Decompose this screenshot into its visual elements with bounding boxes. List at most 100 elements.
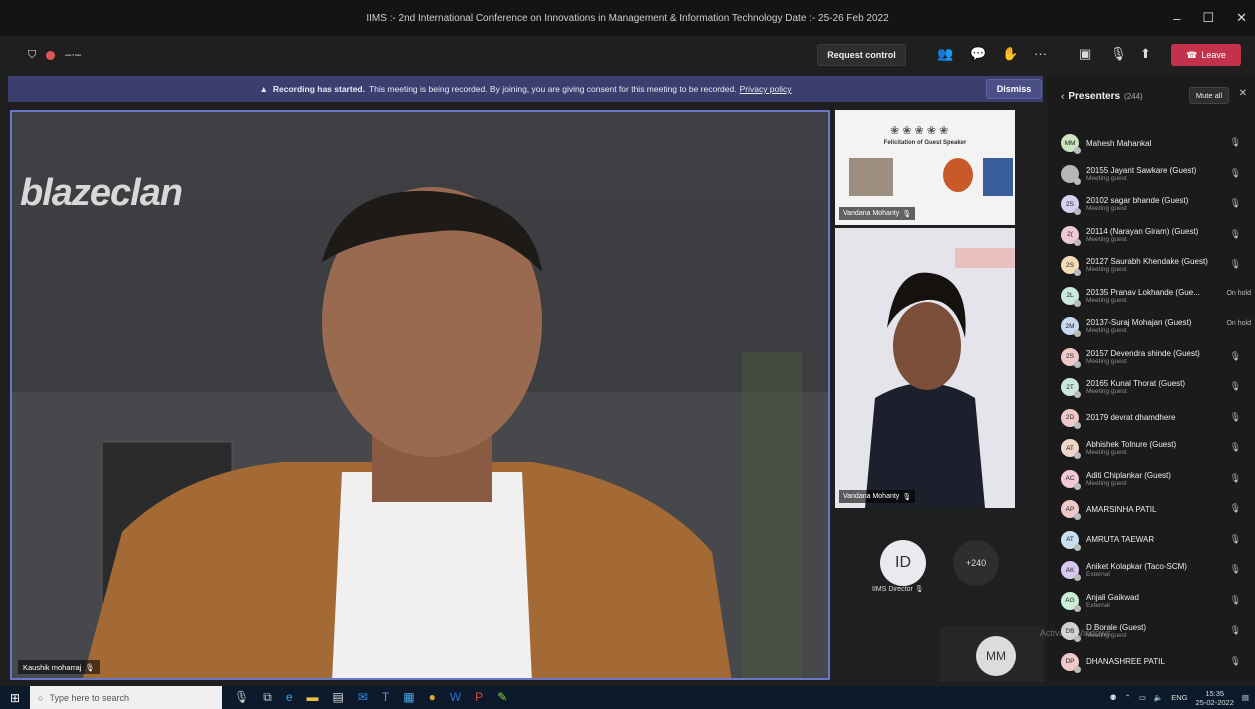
windows-start-icon[interactable]: ⊞ (0, 691, 30, 705)
participant-role: Meeting guest (1086, 327, 1127, 335)
language-indicator[interactable]: ENG (1171, 693, 1187, 702)
more-actions-icon[interactable]: ··· (1034, 46, 1047, 61)
participant-item[interactable]: 2M 20137-Suraj Mohajan (Guest) Meeting gue… (1047, 311, 1255, 342)
maximize-button[interactable]: ☐ (1202, 10, 1214, 26)
close-window-button[interactable]: ✕ (1236, 10, 1247, 26)
participant-item[interactable]: 2D 20179 devrat dhamdhere 🎙 (1047, 403, 1255, 434)
timer-icon: –·– (65, 49, 82, 61)
main-speaker-video[interactable]: blazeclan Kaushik moharraj 🎙 (10, 110, 830, 680)
mic-muted-icon: 🎙 (1229, 442, 1241, 452)
presence-badge-icon (1074, 513, 1081, 520)
participant-info: 20165 Kunal Thorat (Guest) Meeting guest (1086, 379, 1226, 395)
avatar-mm[interactable]: MM (976, 636, 1016, 676)
task-view-icon[interactable]: ⧉ (263, 690, 272, 705)
store-icon[interactable]: ▤ (333, 690, 344, 705)
participant-item[interactable]: AC Aditi Chiplankar (Guest) Meeting guest 🎙 (1047, 464, 1255, 495)
share-screen-icon[interactable]: ⬆ (1140, 46, 1151, 62)
participant-name: AMRUTA TAEWAR (1086, 535, 1155, 545)
tile1-name: Vandana Mohanty (843, 210, 900, 217)
close-panel-icon[interactable]: ✕ (1239, 88, 1247, 99)
participant-item[interactable]: AK Aniket Kolapkar (Taco-SCM) External 🎙 (1047, 555, 1255, 586)
recording-banner: ▲ Recording has started. This meeting is… (8, 76, 1043, 102)
privacy-policy-link[interactable]: Privacy policy (740, 84, 792, 94)
chat-icon[interactable]: 💬 (970, 46, 986, 62)
participant-info: DHANASHREE PATIL (1086, 657, 1226, 666)
search-icon: ○ (38, 692, 44, 703)
volume-icon[interactable]: 🔈 (1154, 693, 1163, 702)
iims-director-name: IIMS Director (872, 586, 913, 593)
clock[interactable]: 15:35 25-02-2022 (1196, 689, 1234, 707)
participant-item[interactable]: 20155 Jayant Sawkare (Guest) Meeting gues… (1047, 159, 1255, 190)
tile2-name-chip: Vandana Mohanty 🎙 (839, 490, 916, 503)
network-icon[interactable]: ▭ (1139, 693, 1146, 702)
paint-icon[interactable]: ✎ (497, 690, 507, 705)
notifications-icon[interactable]: ▤ (1242, 693, 1249, 702)
reactions-icon[interactable]: ✋ (1002, 46, 1018, 62)
video-tile-vandana[interactable]: Vandana Mohanty 🎙 (835, 228, 1015, 508)
back-chevron-icon[interactable]: ‹ (1061, 91, 1064, 102)
window-controls: – ☐ ✕ (1173, 0, 1247, 36)
word-icon[interactable]: W (450, 690, 461, 705)
presence-badge-icon (1074, 482, 1081, 490)
title-bar: IIMS :- 2nd International Conference on … (0, 0, 1255, 36)
mic-muted-icon: 🎙 (1229, 655, 1241, 666)
mic-muted-icon: 🎙 (1229, 625, 1241, 635)
avatar-iims-director[interactable]: ID (880, 540, 926, 586)
participant-item[interactable]: 2S 20157 Devendra shinde (Guest) Meeting g… (1047, 342, 1255, 373)
participant-item[interactable]: AT AMRUTA TAEWAR 🎙 (1047, 525, 1255, 556)
file-explorer-icon[interactable]: ▬ (307, 690, 319, 705)
participant-item[interactable]: AG Anjali Gaikwad External 🎙 (1047, 586, 1255, 617)
participant-item[interactable]: AP AMARSINHA PATIL 🎙 (1047, 494, 1255, 525)
participant-item[interactable]: DP DHANASHREE PATIL 🎙 (1047, 647, 1255, 678)
teams-icon[interactable]: T (382, 690, 389, 705)
dismiss-button[interactable]: Dismiss (986, 79, 1042, 99)
participant-item[interactable]: 2T 20165 Kunal Thorat (Guest) Meeting gues… (1047, 372, 1255, 403)
microphone-icon[interactable]: 🎙 (234, 690, 249, 705)
mic-muted-icon: 🎙 (1229, 137, 1241, 147)
tile1-name-chip: Vandana Mohanty 🎙 (839, 207, 916, 220)
participant-info: Aditi Chiplankar (Guest) Meeting guest (1086, 471, 1226, 487)
participant-info: 20137-Suraj Mohajan (Guest) Meeting guest (1086, 318, 1226, 334)
chrome-icon[interactable]: ● (429, 690, 436, 705)
participant-item[interactable]: MM Mahesh Mahankal 🎙 (1047, 128, 1255, 159)
participant-info: 20127 Saurabh Khendake (Guest) Meeting gu… (1086, 257, 1226, 273)
mail-icon[interactable]: ✉ (358, 690, 368, 705)
participant-name: 20127 Saurabh Khendake (Guest) (1086, 257, 1208, 267)
speaker-name-chip: Kaushik moharraj 🎙 (18, 660, 100, 674)
mute-all-button[interactable]: Mute all (1189, 87, 1229, 104)
participant-info: Mahesh Mahankal (1086, 139, 1226, 148)
presence-badge-icon (1074, 452, 1081, 459)
mic-off-icon[interactable]: 🎙 (1110, 46, 1127, 62)
participants-panel: ‹ Presenters (244) Mute all ✕ MM Mahesh M… (1047, 76, 1255, 682)
edge-icon[interactable]: e (286, 690, 293, 705)
participant-name: Aditi Chiplankar (Guest) (1086, 470, 1171, 480)
presenter-count: (244) (1124, 91, 1143, 101)
participant-name: AMARSINHA PATIL (1086, 504, 1157, 514)
camera-off-icon[interactable]: ▣ (1079, 46, 1091, 62)
taskbar-search[interactable]: ○ Type here to search (30, 686, 222, 709)
chevron-up-icon[interactable]: ⌃ (1125, 693, 1131, 702)
presence-badge-icon (1074, 665, 1081, 673)
participant-item[interactable]: 2S 20127 Saurabh Khendake (Guest) Meeting … (1047, 250, 1255, 281)
more-participants-button[interactable]: +240 (953, 540, 999, 586)
powerpoint-icon[interactable]: P (475, 690, 483, 705)
minimize-button[interactable]: – (1173, 11, 1180, 26)
presence-badge-icon (1074, 269, 1081, 276)
video-tile-presentation[interactable]: ❀ ❀ ❀ ❀ ❀ Felicitation of Guest Speaker … (835, 110, 1015, 225)
participant-item[interactable]: 2S 20102 sagar bhande (Guest) Meeting gues… (1047, 189, 1255, 220)
leave-button[interactable]: ☎ Leave (1171, 44, 1241, 66)
participant-info: Anjali Gaikwad External (1086, 593, 1226, 609)
request-control-button[interactable]: Request control (817, 44, 906, 66)
presence-badge-icon (1074, 177, 1081, 185)
meeting-status: ⛉ –·– (0, 49, 81, 62)
people-icon[interactable]: 👥 (937, 46, 953, 62)
participant-item[interactable]: 2L 20135 Pranav Lokhande (Gue... Meeting g… (1047, 281, 1255, 312)
mic-muted-icon: 🎙 (1229, 472, 1241, 483)
people-icon[interactable]: ⚉ (1110, 693, 1117, 702)
participant-item[interactable]: AT Abhishek Tolnure (Guest) Meeting guest 🎙 (1047, 433, 1255, 464)
participant-item[interactable]: 2(20114 (Narayan Giram) (Guest) Meeting g… (1047, 220, 1255, 251)
mic-icon: 🎙 (914, 586, 924, 593)
participant-name: 20179 devrat dhamdhere (1086, 413, 1176, 423)
photos-icon[interactable]: ▦ (403, 690, 414, 705)
flowers-image (943, 158, 973, 192)
